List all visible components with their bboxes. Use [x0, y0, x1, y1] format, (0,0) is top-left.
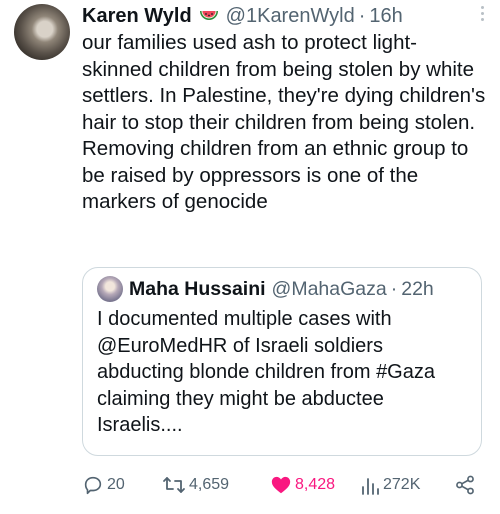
quoted-tweet-text: I documented multiple cases with @EuroMe…: [97, 308, 435, 436]
more-options-icon[interactable]: [478, 6, 486, 21]
action-bar: 20 4,659 8,428 272K: [82, 472, 492, 498]
author-handle[interactable]: @1KarenWyld: [226, 2, 355, 30]
quoted-author-name: Maha Hussaini: [129, 278, 266, 300]
view-count: 272K: [383, 476, 421, 493]
views-button[interactable]: 272K: [360, 472, 420, 498]
share-button[interactable]: [454, 472, 476, 498]
quoted-tweet-header: Maha Hussaini @MahaGaza · 22h: [97, 276, 434, 302]
reply-icon: [84, 476, 102, 495]
like-button[interactable]: 8,428: [270, 472, 335, 498]
tweet-timestamp[interactable]: 16h: [369, 2, 402, 30]
quoted-author-handle: @MahaGaza: [271, 278, 387, 300]
author-name[interactable]: Karen Wyld: [82, 2, 192, 30]
repost-button[interactable]: 4,659: [162, 472, 229, 498]
header-separator: ·: [358, 5, 366, 27]
author-avatar[interactable]: [14, 4, 70, 60]
reply-count: 20: [107, 476, 125, 493]
repost-count: 4,659: [189, 476, 230, 493]
quoted-tweet-timestamp: 22h: [401, 278, 434, 300]
quoted-tweet[interactable]: Maha Hussaini @MahaGaza · 22h I document…: [82, 267, 482, 456]
tweet-text: our families used ash to protect light-s…: [82, 31, 486, 213]
quoted-author-avatar: [97, 276, 123, 302]
share-icon: [456, 475, 474, 495]
reply-button[interactable]: 20: [82, 472, 125, 498]
watermelon-emoji-icon: [198, 5, 220, 27]
tweet-header: Karen Wyld @1KarenWyld · 16h: [82, 2, 460, 30]
quoted-header-separator: ·: [390, 278, 398, 300]
views-icon: [362, 478, 379, 495]
like-count: 8,428: [295, 476, 336, 493]
heart-icon: [271, 476, 291, 494]
repost-icon: [163, 477, 185, 493]
